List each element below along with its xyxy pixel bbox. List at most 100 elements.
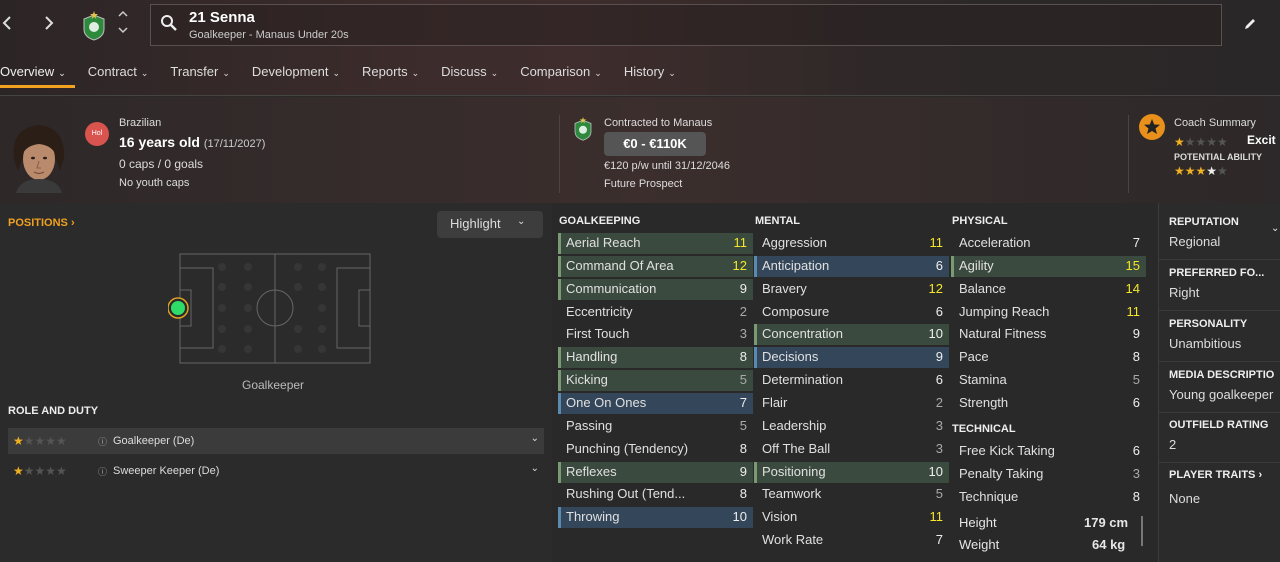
attribute-row[interactable]: Vision 11 — [754, 507, 949, 528]
player-traits-link[interactable]: PLAYER TRAITS › — [1169, 469, 1262, 481]
attribute-name: Strength — [959, 394, 1009, 410]
preferred-foot-label: PREFERRED FO... — [1169, 267, 1265, 279]
attribute-row[interactable]: Balance 14 — [951, 279, 1146, 300]
potential-ability-label: POTENTIAL ABILITY — [1174, 152, 1263, 162]
divider — [1159, 259, 1280, 260]
attribute-name: Positioning — [762, 463, 826, 479]
attribute-row[interactable]: Leadership 3 — [754, 416, 949, 437]
attribute-row[interactable]: Kicking 5 — [558, 370, 753, 392]
role-row[interactable]: ★★★★★ ⓘ Sweeper Keeper (De) ⌄ — [8, 458, 544, 484]
attribute-row[interactable]: One On Ones 7 — [558, 392, 753, 414]
tab-discuss[interactable]: Discuss ⌄ — [441, 60, 498, 90]
info-icon[interactable]: ⓘ — [98, 465, 107, 478]
tab-reports[interactable]: Reports ⌄ — [362, 60, 419, 90]
attribute-row[interactable]: Stamina 5 — [951, 370, 1146, 391]
attribute-name: Bravery — [762, 280, 807, 296]
club-crest-icon[interactable] — [82, 11, 106, 41]
attribute-value: 8 — [1132, 349, 1140, 365]
attribute-row[interactable]: Communication 9 — [558, 278, 753, 300]
attribute-row[interactable]: Off The Ball 3 — [754, 439, 949, 460]
tab-contract[interactable]: Contract ⌄ — [88, 60, 149, 90]
attribute-value: 3 — [739, 326, 747, 342]
attribute-row[interactable]: Technique 8 — [951, 487, 1146, 508]
attribute-row[interactable]: Throwing 10 — [558, 507, 753, 529]
attribute-name: Free Kick Taking — [959, 443, 1055, 458]
attribute-name: One On Ones — [566, 394, 647, 410]
chevron-left-icon[interactable] — [2, 14, 12, 35]
attribute-row[interactable]: Handling 8 — [558, 347, 753, 369]
attribute-row[interactable]: Agility 15 — [951, 255, 1146, 277]
attribute-value: 9 — [739, 463, 747, 479]
attribute-row[interactable]: Decisions 9 — [754, 347, 949, 369]
attribute-row[interactable]: Flair 2 — [754, 393, 949, 414]
positions-link[interactable]: POSITIONS › — [8, 217, 75, 229]
chevron-down-icon: ⌄ — [332, 68, 341, 78]
attribute-row[interactable]: Concentration 10 — [754, 324, 949, 346]
attribute-row[interactable]: Passing 5 — [558, 416, 753, 437]
attribute-row[interactable]: Free Kick Taking 6 — [951, 441, 1146, 462]
personality-label: PERSONALITY — [1169, 318, 1248, 330]
attribute-row[interactable]: Aggression 11 — [754, 233, 949, 254]
attribute-name: Anticipation — [762, 257, 830, 273]
tab-transfer[interactable]: Transfer ⌄ — [170, 60, 229, 90]
chevron-right-icon[interactable] — [44, 14, 54, 35]
attribute-row[interactable]: Acceleration 7 — [951, 233, 1146, 254]
star-icon — [1139, 114, 1165, 140]
attribute-row[interactable]: Positioning 10 — [754, 461, 949, 483]
wage-range-badge[interactable]: €0 - €110K — [604, 132, 706, 156]
attribute-value: 5 — [739, 372, 747, 388]
tab-overview[interactable]: Overview ⌄ — [0, 60, 75, 90]
attribute-name: Passing — [566, 417, 613, 433]
attribute-row[interactable]: Penalty Taking 3 — [951, 464, 1146, 485]
attribute-value: 2 — [935, 394, 943, 410]
attribute-row[interactable]: Teamwork 5 — [754, 484, 949, 505]
attribute-row[interactable]: Rushing Out (Tend... 8 — [558, 484, 753, 505]
attribute-row[interactable]: Bravery 12 — [754, 279, 949, 300]
attribute-name: Flair — [762, 394, 788, 410]
attribute-row[interactable]: Strength 6 — [951, 393, 1146, 414]
chevron-down-icon[interactable]: ⌄ — [531, 433, 539, 444]
weight-value: 64 kg — [1092, 537, 1126, 552]
attribute-name: Rushing Out (Tend... — [566, 486, 686, 502]
attribute-row[interactable]: Composure 6 — [754, 302, 949, 323]
chevron-right-icon: › — [70, 217, 75, 229]
attribute-value: 5 — [935, 486, 943, 502]
tab-history[interactable]: History ⌄ — [624, 60, 676, 90]
current-ability-stars: ★★★★★ — [1174, 135, 1228, 149]
tab-development[interactable]: Development ⌄ — [252, 60, 340, 90]
attribute-row[interactable]: Reflexes 9 — [558, 461, 753, 483]
info-icon[interactable]: ⓘ — [98, 435, 107, 448]
attribute-row[interactable]: Work Rate 7 — [754, 530, 949, 551]
tab-comparison[interactable]: Comparison ⌄ — [520, 60, 602, 90]
player-search-box[interactable]: 21 Senna Goalkeeper - Manaus Under 20s — [150, 4, 1222, 46]
player-traits-value: None — [1169, 491, 1201, 506]
chevron-up-icon[interactable] — [118, 9, 128, 19]
chevron-down-icon: ⌄ — [58, 68, 66, 78]
attribute-name: Pace — [959, 349, 989, 365]
chevron-down-icon: ⌄ — [490, 68, 499, 78]
scrollbar[interactable] — [1141, 516, 1143, 546]
attribute-row[interactable]: First Touch 3 — [558, 324, 753, 345]
status-badge[interactable]: Hol — [85, 122, 109, 146]
divider — [1128, 115, 1129, 193]
attribute-name: Natural Fitness — [959, 326, 1047, 342]
attribute-value: 5 — [1132, 372, 1140, 388]
attribute-row[interactable]: Determination 6 — [754, 370, 949, 391]
attribute-row[interactable]: Anticipation 6 — [754, 255, 949, 277]
attribute-value: 3 — [935, 440, 943, 456]
attribute-row[interactable]: Aerial Reach 11 — [558, 233, 753, 254]
chevron-down-icon[interactable]: ⌄ — [1271, 223, 1279, 234]
role-row[interactable]: ★★★★★ ⓘ Goalkeeper (De) ⌄ — [8, 428, 544, 454]
attribute-row[interactable]: Natural Fitness 9 — [951, 324, 1146, 345]
attribute-row[interactable]: Punching (Tendency) 8 — [558, 439, 753, 460]
chevron-down-icon[interactable]: ⌄ — [531, 463, 539, 474]
highlight-dropdown[interactable]: Highlight ⌄ — [437, 211, 543, 238]
attribute-value: 6 — [1132, 394, 1140, 410]
pencil-icon[interactable] — [1243, 17, 1257, 36]
attribute-row[interactable]: Jumping Reach 11 — [951, 302, 1146, 323]
attribute-row[interactable]: Pace 8 — [951, 347, 1146, 368]
attribute-row[interactable]: Command Of Area 12 — [558, 255, 753, 277]
natural-position-label: Goalkeeper — [242, 378, 305, 392]
chevron-down-icon[interactable] — [118, 26, 128, 36]
attribute-row[interactable]: Eccentricity 2 — [558, 302, 753, 323]
